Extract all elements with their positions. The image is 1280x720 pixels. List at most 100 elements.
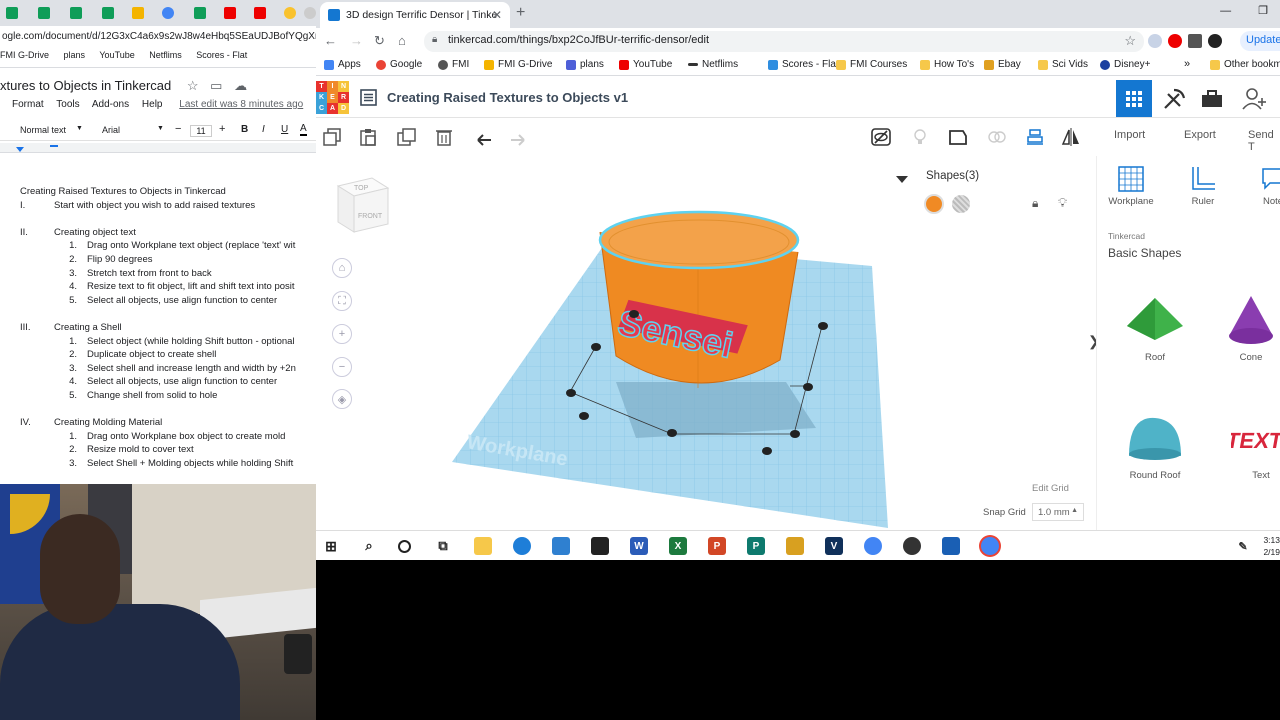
docs-address-bar[interactable]: ogle.com/document/d/12G3xC4a6x9s2wJ8w4eH… <box>0 27 316 47</box>
bookmark-fmi-gdrive[interactable]: FMI G-Drive <box>484 59 552 70</box>
chrome-tab-icon[interactable] <box>158 4 178 22</box>
collapse-inspector-icon[interactable] <box>896 176 908 183</box>
new-tab-icon[interactable]: + <box>516 4 525 22</box>
shape-text[interactable]: TEXT Text <box>1221 414 1280 481</box>
extension-icon[interactable] <box>1148 34 1162 48</box>
paragraph-style-select[interactable]: Normal text <box>20 125 66 135</box>
resize-handle[interactable] <box>762 447 772 455</box>
solid-color-swatch[interactable] <box>924 194 944 214</box>
security-shield-icon[interactable] <box>591 537 609 555</box>
task-view-icon[interactable]: ⧉ <box>434 537 452 555</box>
increase-font-icon[interactable]: + <box>219 123 225 135</box>
minimize-icon[interactable]: — <box>1220 5 1231 17</box>
bold-icon[interactable]: B <box>241 124 248 135</box>
windows-start-icon[interactable]: ⊞ <box>322 537 340 555</box>
sheets-tab-icon[interactable] <box>66 4 86 22</box>
hide-icon[interactable] <box>871 128 891 146</box>
bookmark-netflims[interactable]: Netflims <box>688 59 738 70</box>
ruler-tool[interactable]: Ruler <box>1173 166 1233 207</box>
paste-icon[interactable] <box>358 128 378 146</box>
lock-icon[interactable]: 🔒︎ <box>432 34 437 45</box>
v-app-icon[interactable]: V <box>825 537 843 555</box>
bookmark-fmi[interactable]: FMI <box>438 59 469 70</box>
excel-icon[interactable]: X <box>669 537 687 555</box>
back-icon[interactable]: ← <box>324 33 337 48</box>
close-icon[interactable]: ✕ <box>492 8 502 22</box>
duplicate-icon[interactable] <box>397 128 417 146</box>
drive-tab-icon[interactable] <box>128 4 148 22</box>
menu-tools[interactable]: Tools <box>56 99 79 110</box>
snap-grid-select[interactable]: 1.0 mm ▲ <box>1032 503 1084 521</box>
home-icon[interactable]: ⌂ <box>398 33 406 48</box>
powerpoint-icon[interactable]: P <box>708 537 726 555</box>
bookmark-google[interactable]: Google <box>376 59 422 70</box>
star-icon[interactable]: ☆ <box>187 78 199 93</box>
last-edit-link[interactable]: Last edit was 8 minutes ago <box>179 99 303 110</box>
more-bookmarks-icon[interactable]: » <box>1184 58 1190 70</box>
emoji-tab-icon[interactable] <box>280 4 300 22</box>
edit-grid-link[interactable]: Edit Grid <box>1032 483 1069 494</box>
bookmark-youtube[interactable]: YouTube <box>99 50 134 60</box>
hole-swatch[interactable] <box>952 195 970 213</box>
copy-icon[interactable] <box>322 128 342 146</box>
bookmark-scores-flat[interactable]: Scores - Flat <box>768 59 839 70</box>
menu-format[interactable]: Format <box>12 99 44 110</box>
italic-icon[interactable]: I <box>262 124 265 135</box>
edge-icon[interactable] <box>513 537 531 555</box>
maximize-icon[interactable]: ❐ <box>1258 5 1268 17</box>
text-color-icon[interactable]: A <box>300 123 307 136</box>
update-button[interactable]: Update <box>1240 31 1280 51</box>
publisher-icon[interactable]: P <box>747 537 765 555</box>
resize-handle[interactable] <box>629 310 639 318</box>
design-menu-icon[interactable] <box>360 89 377 106</box>
resize-handle[interactable] <box>591 343 601 351</box>
chrome-active-icon[interactable] <box>981 537 999 555</box>
youtube-tab-icon[interactable] <box>220 4 240 22</box>
design-title[interactable]: Creating Raised Textures to Objects v1 <box>387 90 628 105</box>
bookmark-scores-flat[interactable]: Scores - Flat <box>196 50 247 60</box>
chevron-down-icon[interactable]: ▼ <box>157 125 164 132</box>
import-button[interactable]: Import <box>1114 129 1145 141</box>
bookmark-star-icon[interactable]: ☆ <box>1124 33 1136 49</box>
blocks-view-button[interactable] <box>1156 80 1192 117</box>
sheets-tab-icon[interactable] <box>98 4 118 22</box>
ruler-indent-marker[interactable] <box>16 147 24 152</box>
resize-handle[interactable] <box>818 322 828 330</box>
sheets-tab-icon[interactable] <box>2 4 22 22</box>
mail-icon[interactable] <box>942 537 960 555</box>
font-select[interactable]: Arial <box>102 125 120 135</box>
sheets-tab-icon[interactable] <box>190 4 210 22</box>
shape-round-roof[interactable]: Round Roof <box>1115 414 1195 481</box>
move-folder-icon[interactable]: ▭ <box>210 78 222 93</box>
tab-icon[interactable] <box>300 4 316 22</box>
menu-addons[interactable]: Add-ons <box>92 99 129 110</box>
resize-handle[interactable] <box>579 412 589 420</box>
resize-handle[interactable] <box>667 429 677 437</box>
lock-icon[interactable]: 🔒︎ <box>1032 196 1038 211</box>
box-app-icon[interactable] <box>786 537 804 555</box>
reload-icon[interactable]: ↻ <box>374 33 385 49</box>
obs-icon[interactable] <box>903 537 921 555</box>
shape-cone[interactable]: Cone <box>1211 296 1280 363</box>
bookmark-ebay[interactable]: Ebay <box>984 59 1021 70</box>
ruler-tab-marker[interactable] <box>50 145 58 147</box>
shape-roof[interactable]: Roof <box>1115 296 1195 363</box>
delete-icon[interactable] <box>434 128 454 146</box>
add-user-button[interactable] <box>1236 80 1272 117</box>
doc-title[interactable]: xtures to Objects in Tinkercad ☆ ▭ ☁ <box>0 78 247 94</box>
3d-view-button[interactable] <box>1116 80 1152 117</box>
resize-handle[interactable] <box>803 383 813 391</box>
workplane-viewport[interactable]: TOP FRONT ⌂ ⛶ + − ◈ Workplane Sensei Sha… <box>316 156 1096 530</box>
undo-icon[interactable] <box>473 128 493 146</box>
cortana-icon[interactable] <box>398 540 411 553</box>
bookmark-apps[interactable]: Apps <box>324 59 361 70</box>
align-icon[interactable] <box>1025 128 1045 146</box>
doc-title-text[interactable]: xtures to Objects in Tinkercad <box>0 78 171 93</box>
collapse-library-icon[interactable]: ❯ <box>1088 333 1096 350</box>
lightbulb-icon[interactable] <box>910 128 930 146</box>
adblock-icon[interactable] <box>1168 34 1182 48</box>
bookmark-fmi-courses[interactable]: FMI Courses <box>836 59 907 70</box>
lightbulb-icon[interactable]: 💡︎ <box>1058 195 1067 211</box>
chrome-icon[interactable] <box>864 537 882 555</box>
decrease-font-icon[interactable]: − <box>175 123 181 135</box>
